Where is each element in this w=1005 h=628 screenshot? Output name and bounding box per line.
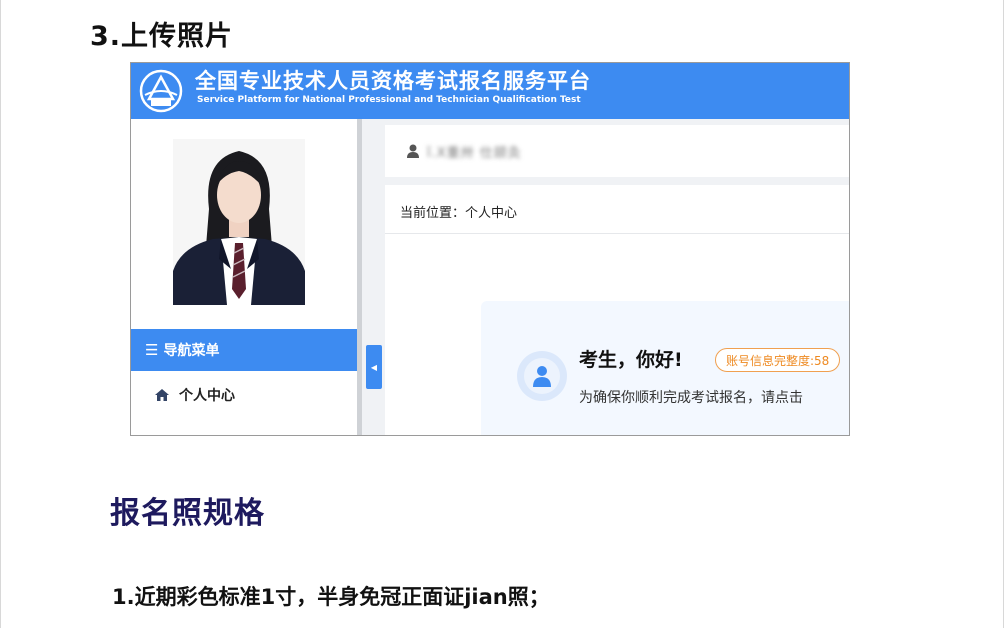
sidebar-divider — [357, 119, 362, 435]
collapse-sidebar-button[interactable]: ◀ — [366, 345, 382, 389]
page-right-edge — [1003, 0, 1004, 628]
section-heading: 报名照规格 — [110, 496, 265, 531]
step-heading: 3.上传照片 — [90, 21, 234, 52]
document-page: 3.上传照片 全国专业技术人员资格考试报名服务平台 Service Platfo… — [0, 0, 1005, 628]
breadcrumb-divider — [385, 233, 849, 234]
nav-menu-label: 导航菜单 — [163, 343, 220, 359]
hint-text: 为确保你顺利完成考试报名，请点击 — [579, 390, 803, 406]
portal-banner: 全国专业技术人员资格考试报名服务平台 Service Platform for … — [131, 63, 849, 119]
user-icon — [407, 144, 419, 158]
completeness-badge: 账号信息完整度:58 — [715, 348, 841, 372]
portal-screenshot: 全国专业技术人员资格考试报名服务平台 Service Platform for … — [130, 62, 850, 436]
platform-logo-icon — [139, 69, 183, 113]
sidebar: ☰ 导航菜单 个人中心 — [131, 119, 357, 435]
page-left-edge — [0, 0, 1, 628]
user-bar: ǐ.X重卅 仕颉灸 — [385, 125, 849, 177]
rule-item: 1.近期彩色标准1寸，半身免冠正面证jian照； — [112, 585, 550, 609]
home-icon — [155, 389, 169, 401]
person-icon — [533, 366, 551, 387]
chevron-left-icon: ◀ — [370, 362, 378, 372]
sidebar-item-personal-center[interactable]: 个人中心 — [131, 371, 357, 419]
nav-menu-header[interactable]: ☰ 导航菜单 — [131, 329, 357, 371]
sidebar-item-label: 个人中心 — [179, 388, 235, 404]
avatar — [517, 351, 567, 401]
welcome-card: 考生，你好! 账号信息完整度:58 为确保你顺利完成考试报名，请点击 — [481, 301, 849, 435]
greeting: 考生，你好! — [579, 349, 683, 371]
id-photo — [173, 139, 305, 305]
breadcrumb: 当前位置：个人中心 — [400, 206, 518, 221]
user-name: ǐ.X重卅 仕颉灸 — [427, 145, 522, 161]
menu-icon: ☰ — [145, 341, 159, 359]
portal-title: 全国专业技术人员资格考试报名服务平台 — [195, 69, 591, 93]
main-content: 当前位置：个人中心 考生，你好! 账号信息完整度:58 为确保你顺利完成考试报名… — [385, 185, 849, 435]
portal-subtitle: Service Platform for National Profession… — [197, 95, 581, 105]
